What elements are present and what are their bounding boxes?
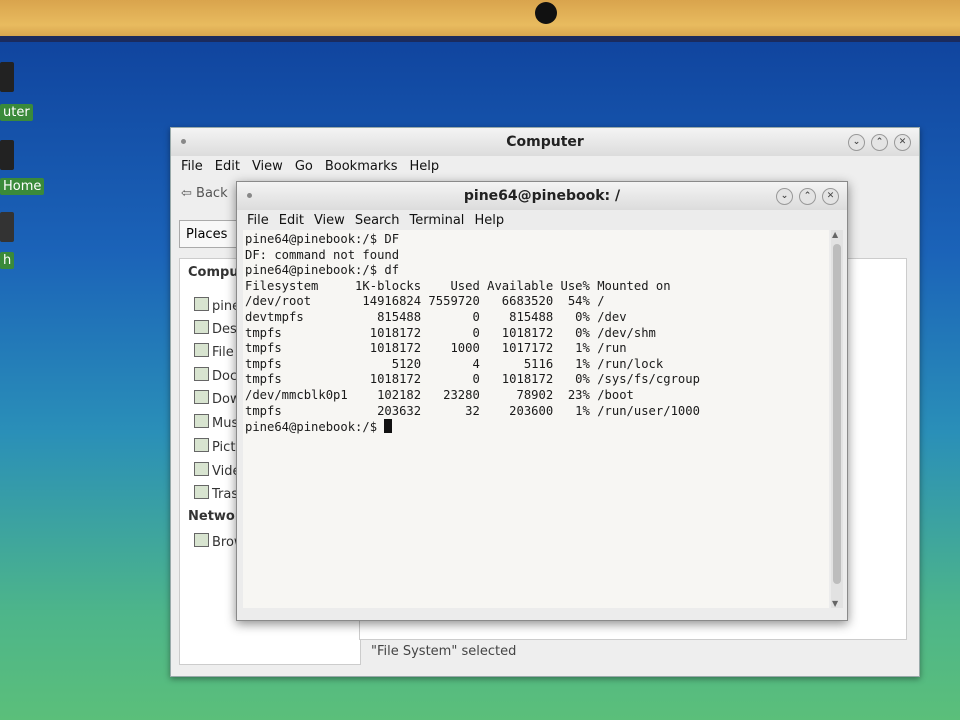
menu-edit[interactable]: Edit (279, 210, 304, 232)
screen-edge (0, 36, 960, 42)
terminal-line: tmpfs 1018172 0 1018172 0% /sys/fs/cgrou… (245, 372, 700, 387)
computer-desktop-icon[interactable] (0, 62, 14, 92)
scroll-down-arrow-icon[interactable]: ▼ (832, 599, 838, 608)
terminal-line: pine64@pinebook:/$ df (245, 263, 400, 278)
terminal-output-area[interactable]: pine64@pinebook:/$ DF DF: command not fo… (243, 230, 829, 608)
desktop-folder-icon (194, 320, 209, 334)
sidebar-item-downloads[interactable]: Dow (194, 390, 241, 407)
menu-go[interactable]: Go (295, 156, 313, 178)
close-button[interactable]: ✕ (894, 134, 911, 151)
sidebar-section-network: Networ (188, 509, 242, 524)
terminal-line: devtmpfs 815488 0 815488 0% /dev (245, 309, 627, 324)
window-menu-dot-icon[interactable] (181, 139, 186, 144)
terminal-line: DF: command not found (245, 247, 400, 262)
menu-view[interactable]: View (252, 156, 283, 178)
terminal-text: pine64@pinebook:/$ DF DF: command not fo… (243, 230, 829, 438)
maximize-button[interactable]: ⌃ (799, 188, 816, 205)
home-folder-icon (194, 297, 209, 311)
terminal-title: pine64@pinebook: / (463, 188, 621, 204)
minimize-button[interactable]: ⌄ (776, 188, 793, 205)
scrollbar-thumb[interactable] (833, 244, 841, 584)
menu-view[interactable]: View (314, 210, 345, 232)
window-menu-dot-icon[interactable] (247, 193, 252, 198)
terminal-prompt: pine64@pinebook:/$ (245, 420, 385, 435)
trash-icon (194, 485, 209, 499)
status-bar-text: "File System" selected (371, 644, 517, 659)
videos-folder-icon (194, 462, 209, 476)
sidebar-item-music[interactable]: Musi (194, 414, 242, 431)
scroll-up-arrow-icon[interactable]: ▲ (832, 230, 838, 239)
menu-file[interactable]: File (181, 156, 203, 178)
close-button[interactable]: ✕ (822, 188, 839, 205)
desktop-icon-label-trash[interactable]: h (0, 252, 15, 269)
drive-icon (194, 343, 209, 357)
terminal-line: /dev/root 14916824 7559720 6683520 54% / (245, 294, 605, 309)
file-manager-title: Computer (506, 134, 584, 150)
minimize-button[interactable]: ⌄ (848, 134, 865, 151)
webcam (535, 2, 557, 24)
trash-desktop-icon[interactable] (0, 212, 14, 242)
desktop-icon-label-computer[interactable]: uter (0, 104, 33, 121)
terminal-line: Filesystem 1K-blocks Used Available Use%… (245, 278, 671, 293)
sidebar-item-videos[interactable]: Vide (194, 462, 240, 479)
terminal-line: pine64@pinebook:/$ DF (245, 232, 400, 246)
file-manager-menubar: File Edit View Go Bookmarks Help (171, 156, 919, 178)
home-desktop-icon[interactable] (0, 140, 14, 170)
terminal-scrollbar[interactable]: ▲ ▼ (831, 230, 843, 608)
maximize-button[interactable]: ⌃ (871, 134, 888, 151)
documents-folder-icon (194, 367, 209, 381)
network-icon (194, 533, 209, 547)
terminal-titlebar[interactable]: pine64@pinebook: / ⌄ ⌃ ✕ (237, 182, 847, 210)
menu-edit[interactable]: Edit (215, 156, 240, 178)
menu-file[interactable]: File (247, 210, 269, 232)
sidebar-item-home[interactable]: pine (194, 297, 240, 314)
menu-search[interactable]: Search (355, 210, 400, 232)
menu-bookmarks[interactable]: Bookmarks (325, 156, 398, 178)
menu-help[interactable]: Help (409, 156, 439, 178)
pictures-folder-icon (194, 438, 209, 452)
back-arrow-icon: ⇦ (181, 186, 197, 201)
sidebar-section-computer: Compu (188, 265, 239, 280)
file-manager-titlebar[interactable]: Computer ⌄ ⌃ ✕ (171, 128, 919, 156)
terminal-window: pine64@pinebook: / ⌄ ⌃ ✕ File Edit View … (236, 181, 848, 621)
back-button[interactable]: ⇦ Back (181, 186, 228, 201)
text-cursor (384, 419, 393, 434)
desktop-icon-label-home[interactable]: Home (0, 178, 45, 195)
terminal-line: tmpfs 203632 32 203600 1% /run/user/1000 (245, 403, 700, 418)
downloads-folder-icon (194, 390, 209, 404)
terminal-menubar: File Edit View Search Terminal Help (237, 210, 847, 232)
terminal-line: tmpfs 1018172 1000 1017172 1% /run (245, 341, 627, 356)
places-dropdown[interactable]: Places (179, 220, 241, 248)
terminal-line: /dev/mmcblk0p1 102182 23280 78902 23% /b… (245, 387, 634, 402)
music-folder-icon (194, 414, 209, 428)
terminal-line: tmpfs 5120 4 5116 1% /run/lock (245, 356, 664, 371)
terminal-line: tmpfs 1018172 0 1018172 0% /dev/shm (245, 325, 656, 340)
menu-terminal[interactable]: Terminal (409, 210, 464, 232)
menu-help[interactable]: Help (474, 210, 504, 232)
